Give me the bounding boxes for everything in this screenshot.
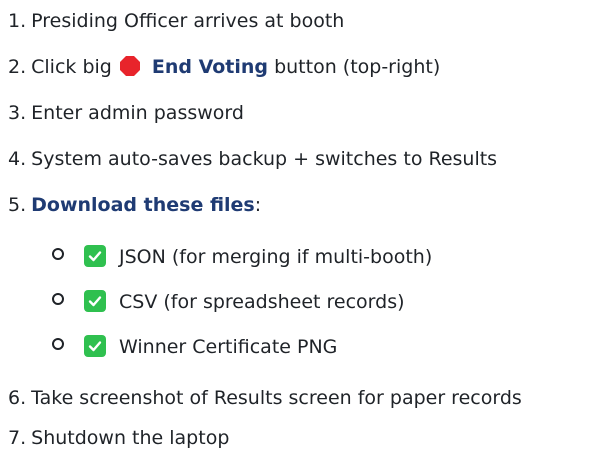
download-files-label: Download these files (31, 194, 255, 216)
step-7: 7. Shutdown the laptop (8, 423, 229, 453)
checkmark-box-icon (84, 290, 106, 312)
step-5: 5. Download these files: (8, 190, 261, 220)
step-number: 1. (8, 10, 27, 32)
step-text: Shutdown the laptop (31, 427, 230, 449)
file-item-json: JSON (for merging if multi-booth) (52, 242, 432, 272)
instruction-list: 1. Presiding Officer arrives at booth 2. C… (0, 0, 615, 458)
step-2: 2. Click big End Voting button (top-right) (8, 52, 440, 82)
step-text: Take screenshot of Results screen for pa… (31, 387, 522, 409)
file-item-png: Winner Certificate PNG (52, 332, 337, 362)
step-number: 7. (8, 427, 27, 449)
step-3: 3. Enter admin password (8, 98, 244, 128)
checkmark-box-icon (84, 335, 106, 357)
file-item-csv: CSV (for spreadsheet records) (52, 287, 405, 317)
step-1: 1. Presiding Officer arrives at booth (8, 6, 344, 36)
file-label: JSON (for merging if multi-booth) (119, 246, 433, 268)
bullet-icon (52, 338, 64, 350)
step-text: System auto-saves backup + switches to R… (31, 148, 498, 170)
end-voting-label: End Voting (151, 56, 269, 78)
bullet-icon (52, 248, 64, 260)
step-number: 5. (8, 194, 27, 216)
step-number: 4. (8, 148, 27, 170)
checkmark-box-icon (84, 245, 106, 267)
stop-sign-icon (119, 55, 141, 77)
step-number: 2. (8, 56, 27, 78)
bullet-icon (52, 293, 64, 305)
step-number: 6. (8, 387, 27, 409)
step-text: Presiding Officer arrives at booth (31, 10, 345, 32)
step-text: Enter admin password (31, 102, 244, 124)
step-text: Click big (31, 56, 112, 78)
step-number: 3. (8, 102, 27, 124)
step-4: 4. System auto-saves backup + switches to… (8, 144, 497, 174)
step-text: : (254, 194, 262, 216)
step-text: button (top-right) (268, 56, 441, 78)
file-label: CSV (for spreadsheet records) (119, 291, 405, 313)
step-6: 6. Take screenshot of Results screen for … (8, 383, 522, 413)
file-label: Winner Certificate PNG (119, 336, 338, 358)
